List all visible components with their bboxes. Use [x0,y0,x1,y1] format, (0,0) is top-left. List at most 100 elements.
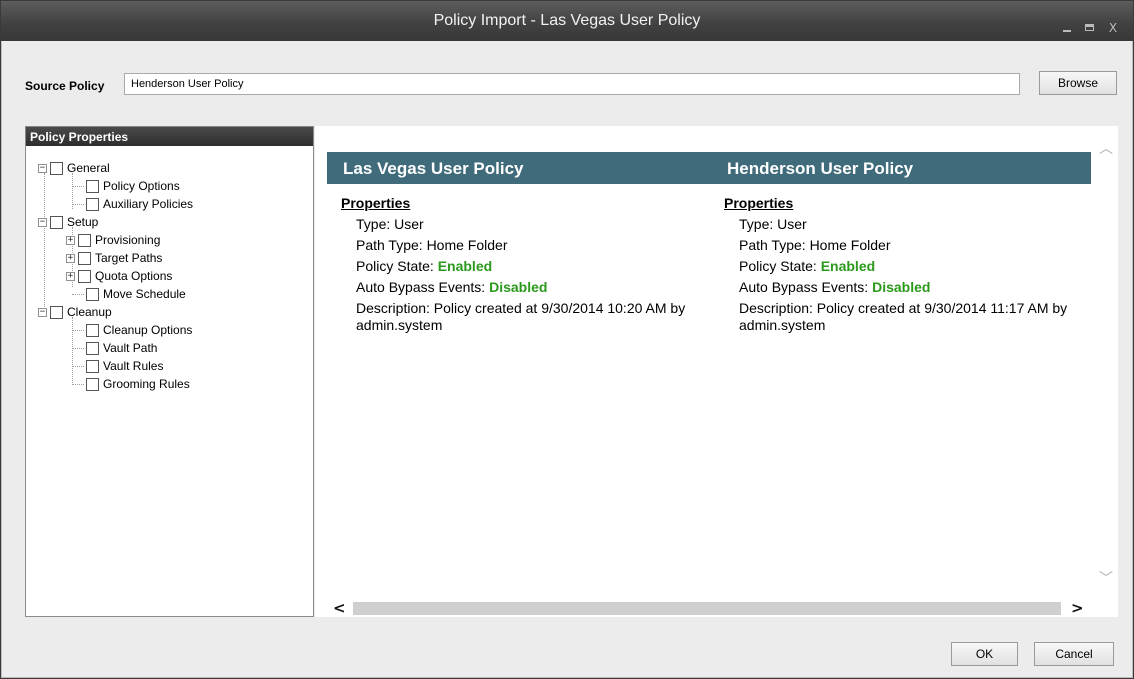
tree-connector-line [44,173,45,313]
vertical-scrollbar[interactable]: ︿ ﹀ [1096,136,1116,591]
tree-node-checkbox[interactable] [78,251,91,265]
tree-node-grooming-rules[interactable]: Grooming Rules [86,376,190,392]
tree-connector-line [72,204,84,205]
right-policy-title: Henderson User Policy [727,159,914,178]
tree-node-checkbox[interactable] [78,233,91,247]
left-description: Description: Policy created at 9/30/2014… [356,300,686,333]
left-path-type: Path Type: Home Folder [356,237,508,253]
collapse-icon[interactable]: − [38,307,47,317]
left-policy-column: Properties Type: User Path Type: Home Fo… [341,195,716,334]
cancel-button[interactable]: Cancel [1034,642,1114,666]
tree-node-label: Grooming Rules [103,377,190,391]
right-policy-state: Policy State: Enabled [739,256,1099,277]
tree-node-label: Cleanup [67,305,112,319]
tree-node-provisioning[interactable]: + Provisioning [66,232,160,248]
source-policy-label: Source Policy [25,79,105,93]
expand-icon[interactable]: + [66,253,75,263]
collapse-icon[interactable]: − [38,163,47,173]
tree-node-label: Quota Options [95,269,173,283]
policy-import-dialog: Policy Import - Las Vegas User Policy X … [0,0,1134,679]
tree-node-vault-rules[interactable]: Vault Rules [86,358,163,374]
ok-button[interactable]: OK [951,642,1018,666]
left-bypass-value: Disabled [489,279,548,295]
horizontal-scroll-thumb[interactable] [353,602,1061,615]
tree-node-checkbox[interactable] [86,359,99,373]
tree-node-label: Auxiliary Policies [103,197,194,211]
tree-node-setup[interactable]: − Setup [38,214,98,230]
right-bypass-value: Disabled [872,279,931,295]
tree-connector-line [72,384,84,385]
left-policy-state: Policy State: Enabled [356,256,716,277]
tree-node-label: Provisioning [95,233,161,247]
tree-node-checkbox[interactable] [86,179,99,193]
tree-node-checkbox[interactable] [86,341,99,355]
tree-node-checkbox[interactable] [86,323,99,337]
maximize-button[interactable] [1081,19,1099,37]
tree-node-label: Move Schedule [103,287,186,301]
right-type: Type: User [739,216,807,232]
tree-node-auxiliary-policies[interactable]: Auxiliary Policies [86,196,193,212]
left-properties-heading: Properties [341,195,411,211]
tree-node-label: Vault Path [103,341,158,355]
tree-node-checkbox[interactable] [86,197,99,211]
tree-connector-line [72,348,84,349]
tree-connector-line [72,366,84,367]
tree-node-move-schedule[interactable]: Move Schedule [86,286,186,302]
left-auto-bypass: Auto Bypass Events: Disabled [356,277,716,298]
tree-node-checkbox[interactable] [86,287,99,301]
source-policy-row: Source Policy Henderson User Policy Brow… [1,41,1133,111]
tree-connector-line [72,317,73,383]
tree-connector-line [72,294,84,295]
right-state-label: Policy State: [739,258,821,274]
expand-icon[interactable]: + [66,271,75,281]
right-auto-bypass: Auto Bypass Events: Disabled [739,277,1099,298]
tree-node-label: Target Paths [95,251,163,265]
tree-node-label: Setup [67,215,99,229]
left-policy-title: Las Vegas User Policy [343,159,524,178]
tree-node-general[interactable]: − General [38,160,110,176]
scroll-up-icon[interactable]: ︿ [1099,138,1113,158]
collapse-icon[interactable]: − [38,217,47,227]
tree-node-checkbox[interactable] [50,305,63,319]
policy-properties-tree: − General Policy Options Auxiliary Policies… [26,146,313,616]
scroll-right-icon[interactable]: > [1071,599,1084,617]
window-title: Policy Import - Las Vegas User Policy [433,12,701,29]
left-state-value: Enabled [437,258,493,274]
tree-connector-line [72,330,84,331]
right-bypass-label: Auto Bypass Events: [739,279,873,295]
source-policy-field[interactable]: Henderson User Policy [124,73,1020,95]
close-button[interactable]: X [1104,19,1122,37]
title-bar[interactable]: Policy Import - Las Vegas User Policy X [1,1,1133,41]
comparison-panel: Las Vegas User Policy Henderson User Pol… [315,126,1118,617]
tree-node-policy-options[interactable]: Policy Options [86,178,180,194]
right-properties-heading: Properties [724,195,794,211]
minimize-button[interactable] [1059,19,1077,37]
tree-connector-line [72,186,84,187]
left-bypass-label: Auto Bypass Events: [356,279,490,295]
left-state-label: Policy State: [356,258,438,274]
tree-node-target-paths[interactable]: + Target Paths [66,250,162,266]
tree-node-label: Cleanup Options [103,323,193,337]
scroll-left-icon[interactable]: < [333,599,346,617]
policy-properties-header: Policy Properties [26,127,313,146]
tree-node-cleanup[interactable]: − Cleanup [38,304,112,320]
minimize-icon [1063,30,1071,32]
policy-properties-panel: Policy Properties − General Policy Options… [25,126,314,617]
tree-node-checkbox[interactable] [50,161,63,175]
comparison-header: Las Vegas User Policy Henderson User Pol… [327,152,1091,184]
horizontal-scrollbar[interactable]: < > [327,599,1091,617]
browse-button[interactable]: Browse [1039,71,1117,95]
tree-node-label: Vault Rules [103,359,164,373]
tree-node-label: Policy Options [103,179,180,193]
tree-node-checkbox[interactable] [78,269,91,283]
tree-node-checkbox[interactable] [86,377,99,391]
tree-node-checkbox[interactable] [50,215,63,229]
scroll-down-icon[interactable]: ﹀ [1099,568,1113,588]
tree-node-vault-path[interactable]: Vault Path [86,340,157,356]
expand-icon[interactable]: + [66,235,75,245]
tree-node-cleanup-options[interactable]: Cleanup Options [86,322,192,338]
right-policy-column: Properties Type: User Path Type: Home Fo… [724,195,1099,334]
tree-node-quota-options[interactable]: + Quota Options [66,268,172,284]
right-description: Description: Policy created at 9/30/2014… [739,300,1068,333]
maximize-icon [1085,24,1094,31]
